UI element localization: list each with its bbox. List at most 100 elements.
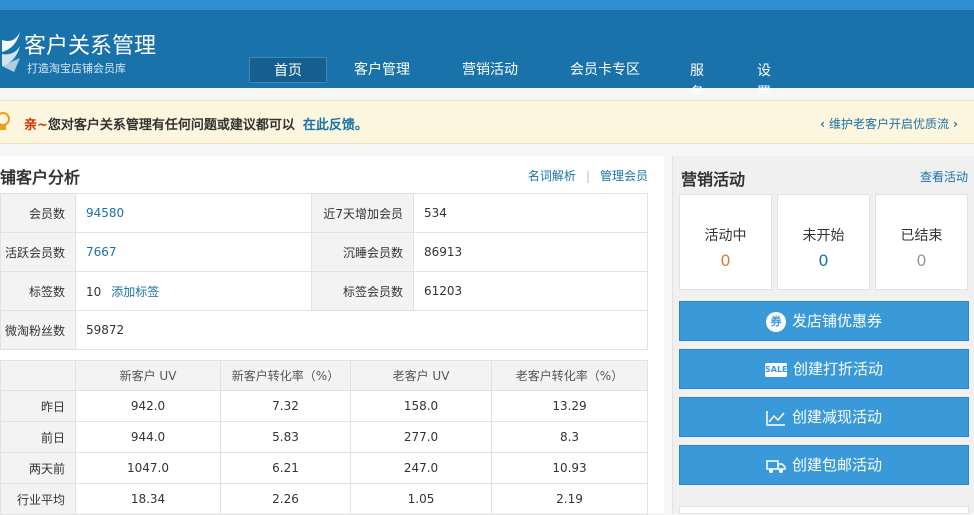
issue-coupon-button[interactable]: 券发店铺优惠券 bbox=[679, 301, 969, 341]
table-cell: 7.32 bbox=[220, 390, 351, 422]
truck-icon bbox=[766, 459, 786, 473]
notice-carousel: ‹ 维护老客户开启优质流 › bbox=[816, 115, 962, 132]
status-active-card[interactable]: 活动中 0 bbox=[679, 194, 772, 290]
lightbulb-icon bbox=[0, 112, 10, 130]
members-label: 会员数 bbox=[0, 193, 76, 233]
tagged-value: 61203 bbox=[413, 271, 648, 311]
table-row: 行业平均 18.34 2.26 1.05 2.19 bbox=[0, 483, 648, 515]
brand-title: 客户关系管理 bbox=[24, 34, 157, 59]
glossary-link[interactable]: 名词解析 bbox=[528, 169, 576, 183]
members-value[interactable]: 94580 bbox=[75, 193, 312, 233]
brand-subtitle: 打造淘宝店铺会员库 bbox=[27, 62, 126, 75]
table-row: 两天前 1047.0 6.21 247.0 10.93 bbox=[0, 452, 648, 484]
row-label: 两天前 bbox=[0, 452, 76, 484]
analysis-links: 名词解析 | 管理会员 bbox=[528, 167, 648, 184]
table-cell: 944.0 bbox=[75, 421, 221, 453]
member-stats-table: 会员数 94580 近7天增加会员 534 活跃会员数 7667 沉睡会员数 8… bbox=[0, 193, 648, 350]
tags-label: 标签数 bbox=[0, 271, 76, 311]
manage-members-link[interactable]: 管理会员 bbox=[600, 169, 648, 183]
status-ended-card[interactable]: 已结束 0 bbox=[875, 194, 968, 290]
table-row: 昨日 942.0 7.32 158.0 13.29 bbox=[0, 390, 648, 422]
weitao-value: 59872 bbox=[75, 310, 648, 350]
column-header: 老客户 UV bbox=[350, 360, 492, 391]
sleep-label: 沉睡会员数 bbox=[311, 232, 414, 272]
row-label: 昨日 bbox=[0, 390, 76, 422]
create-discount-button[interactable]: SALE 创建打折活动 bbox=[679, 349, 969, 389]
new7-value: 534 bbox=[413, 193, 648, 233]
status-upcoming-card[interactable]: 未开始 0 bbox=[777, 194, 870, 290]
column-header: 新客户转化率（%） bbox=[220, 360, 351, 391]
nav-customer-management[interactable]: 客户管理 bbox=[354, 57, 410, 83]
coupon-icon: 券 bbox=[765, 311, 786, 332]
table-cell: 8.3 bbox=[491, 421, 648, 453]
uv-conversion-table: 新客户 UV 新客户转化率（%） 老客户 UV 老客户转化率（%） 昨日 942… bbox=[0, 360, 648, 515]
table-row: 会员数 94580 近7天增加会员 534 bbox=[0, 193, 648, 233]
feedback-link[interactable]: 在此反馈。 bbox=[303, 118, 368, 133]
nav-settings[interactable]: 设置 bbox=[757, 60, 775, 94]
table-cell: 247.0 bbox=[350, 452, 492, 484]
table-header-row: 新客户 UV 新客户转化率（%） 老客户 UV 老客户转化率（%） bbox=[0, 360, 648, 391]
table-row: 标签数 10 添加标签 标签会员数 61203 bbox=[0, 271, 648, 311]
status-count: 0 bbox=[916, 251, 927, 270]
nav-home[interactable]: 首页 bbox=[249, 57, 327, 83]
table-row: 微淘粉丝数 59872 bbox=[0, 310, 648, 350]
analysis-title: 铺客户分析 bbox=[0, 168, 81, 187]
nav-member-card[interactable]: 会员卡专区 bbox=[570, 57, 640, 83]
row-label: 行业平均 bbox=[0, 483, 76, 515]
notice-text: 亲~您对客户关系管理有任何问题或建议都可以 在此反馈。 bbox=[24, 114, 368, 133]
button-label: 创建减现活动 bbox=[791, 408, 882, 426]
chevron-left-icon[interactable]: ‹ bbox=[820, 117, 825, 131]
column-header: 老客户转化率（%） bbox=[491, 360, 648, 391]
notice-message: 您对客户关系管理有任何问题或建议都可以 bbox=[47, 118, 295, 133]
table-cell: 942.0 bbox=[75, 390, 221, 422]
table-cell: 13.29 bbox=[491, 390, 648, 422]
table-cell: 10.93 bbox=[491, 452, 648, 484]
button-label: 创建包邮活动 bbox=[791, 456, 882, 474]
status-count: 0 bbox=[720, 251, 731, 270]
table-cell: 1.05 bbox=[350, 483, 492, 515]
active-label: 活跃会员数 bbox=[0, 232, 76, 272]
nav-service[interactable]: 服务 bbox=[690, 60, 708, 94]
new7-label: 近7天增加会员 bbox=[311, 193, 414, 233]
table-cell: 18.34 bbox=[75, 483, 221, 515]
marketing-title: 营销活动 bbox=[681, 170, 746, 189]
app-header: 客户关系管理 打造淘宝店铺会员库 首页 客户管理 营销活动 会员卡专区 服务 设… bbox=[0, 10, 974, 94]
nav-marketing[interactable]: 营销活动 bbox=[462, 57, 518, 83]
column-header bbox=[0, 360, 76, 391]
table-cell: 2.19 bbox=[491, 483, 648, 515]
status-label: 已结束 bbox=[900, 228, 943, 244]
table-row: 活跃会员数 7667 沉睡会员数 86913 bbox=[0, 232, 648, 272]
status-label: 未开始 bbox=[802, 228, 845, 244]
tags-cell: 10 添加标签 bbox=[75, 271, 312, 311]
column-header: 新客户 UV bbox=[75, 360, 221, 391]
sleep-value: 86913 bbox=[413, 232, 648, 272]
table-cell: 277.0 bbox=[350, 421, 492, 453]
table-row: 前日 944.0 5.83 277.0 8.3 bbox=[0, 421, 648, 453]
view-activities-link[interactable]: 查看活动 bbox=[920, 168, 968, 185]
table-cell: 6.21 bbox=[220, 452, 351, 484]
button-label: 创建打折活动 bbox=[792, 360, 883, 378]
row-label: 前日 bbox=[0, 421, 76, 453]
create-cash-off-button[interactable]: 创建减现活动 bbox=[679, 397, 969, 437]
top-accent-bar bbox=[0, 0, 974, 10]
tags-value: 10 bbox=[86, 284, 102, 299]
status-label: 活动中 bbox=[704, 228, 747, 244]
status-count: 0 bbox=[818, 251, 829, 270]
active-value[interactable]: 7667 bbox=[75, 232, 312, 272]
chart-icon bbox=[766, 410, 785, 426]
table-cell: 5.83 bbox=[220, 421, 351, 453]
customer-analysis-panel: 铺客户分析 名词解析 | 管理会员 会员数 94580 近7天增加会员 534 活跃… bbox=[0, 156, 664, 515]
create-free-shipping-button[interactable]: 创建包邮活动 bbox=[679, 445, 969, 485]
tagged-label: 标签会员数 bbox=[311, 271, 414, 311]
sale-tag-icon: SALE bbox=[764, 362, 788, 377]
feedback-notice: 亲~您对客户关系管理有任何问题或建议都可以 在此反馈。 ‹ 维护老客户开启优质流 › bbox=[0, 100, 974, 144]
weitao-label: 微淘粉丝数 bbox=[0, 310, 76, 350]
carousel-text[interactable]: 维护老客户开启优质流 bbox=[829, 117, 949, 131]
add-tag-link[interactable]: 添加标签 bbox=[111, 285, 159, 299]
table-cell: 2.26 bbox=[220, 483, 351, 515]
notice-prefix: 亲~ bbox=[24, 118, 48, 133]
chevron-right-icon[interactable]: › bbox=[953, 117, 958, 131]
table-cell: 158.0 bbox=[350, 390, 492, 422]
link-separator: | bbox=[585, 169, 590, 183]
table-cell: 1047.0 bbox=[75, 452, 221, 484]
